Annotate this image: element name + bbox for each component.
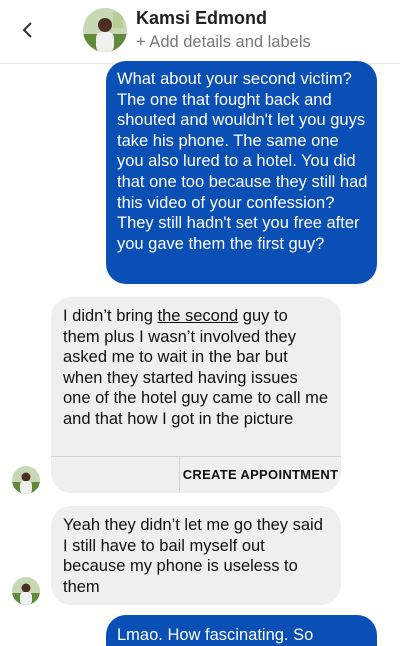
message-link-text[interactable]: the second bbox=[157, 307, 238, 325]
contact-name[interactable]: Kamsi Edmond bbox=[136, 8, 267, 29]
sender-avatar[interactable] bbox=[12, 577, 40, 605]
message-text: What about your second victim? The one t… bbox=[117, 70, 368, 253]
chevron-left-icon bbox=[22, 22, 32, 38]
sender-avatar[interactable] bbox=[12, 466, 40, 494]
avatar-image bbox=[83, 8, 127, 52]
add-details-link[interactable]: + Add details and labels bbox=[136, 33, 311, 52]
message-outgoing[interactable]: What about your second victim? The one t… bbox=[106, 61, 377, 284]
message-outgoing[interactable]: Lmao. How fascinating. So bbox=[106, 615, 377, 646]
contact-avatar[interactable] bbox=[83, 8, 127, 52]
message-text: Yeah they didn’t let me go they said I s… bbox=[63, 516, 323, 596]
avatar-image bbox=[12, 466, 40, 494]
create-appointment-button[interactable]: CREATE APPOINTMENT bbox=[179, 457, 341, 493]
back-button[interactable] bbox=[14, 16, 42, 44]
message-text: I didn’t bring the second guy to them pl… bbox=[51, 297, 341, 456]
message-incoming[interactable]: Yeah they didn’t let me go they said I s… bbox=[51, 506, 341, 605]
avatar-image bbox=[12, 577, 40, 605]
message-text-part: guy to them plus I wasn’t involved they … bbox=[63, 307, 329, 428]
message-text: Lmao. How fascinating. So bbox=[117, 626, 314, 644]
message-incoming[interactable]: I didn’t bring the second guy to them pl… bbox=[51, 297, 341, 493]
chat-header: Kamsi Edmond + Add details and labels bbox=[0, 0, 400, 64]
message-text-part: I didn’t bring bbox=[63, 307, 158, 325]
